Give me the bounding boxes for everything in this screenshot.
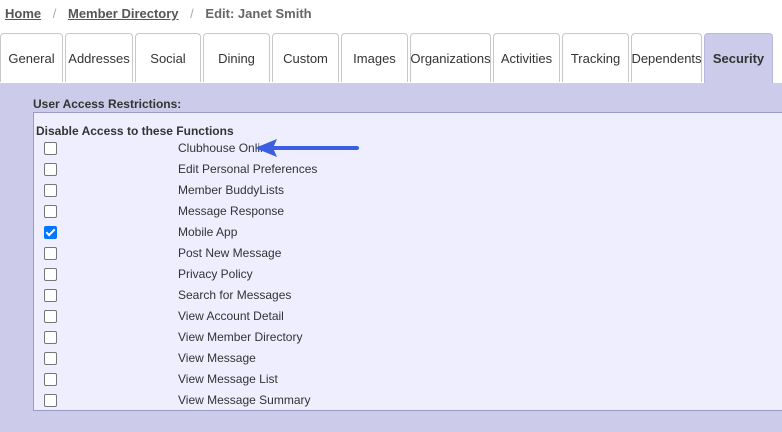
disable-access-box: Disable Access to these Functions Clubho… xyxy=(33,112,782,411)
breadcrumb-separator: / xyxy=(52,6,57,21)
security-panel: User Access Restrictions: Disable Access… xyxy=(0,83,782,432)
function-checkbox[interactable] xyxy=(44,268,57,281)
tab-organizations[interactable]: Organizations xyxy=(410,33,491,82)
function-label: View Message List xyxy=(178,372,278,386)
section-title: User Access Restrictions: xyxy=(33,97,182,111)
function-checkbox[interactable] xyxy=(44,142,57,155)
function-label: Post New Message xyxy=(178,246,282,260)
tab-dining[interactable]: Dining xyxy=(203,33,270,82)
function-row-view-account-detail: View Account Detail xyxy=(34,306,782,327)
function-row-clubhouse-online: Clubhouse Online xyxy=(34,138,782,159)
breadcrumb-home-link[interactable]: Home xyxy=(5,6,41,21)
function-label: Member BuddyLists xyxy=(178,183,285,197)
tab-custom[interactable]: Custom xyxy=(272,33,339,82)
function-checkbox[interactable] xyxy=(44,310,57,323)
function-row-view-message-list: View Message List xyxy=(34,369,782,390)
function-checkbox-checked[interactable] xyxy=(44,226,57,239)
function-checkbox[interactable] xyxy=(44,289,57,302)
function-label: Edit Personal Preferences xyxy=(178,162,318,176)
tab-security[interactable]: Security xyxy=(704,33,773,83)
function-label: Mobile App xyxy=(178,225,238,239)
tab-social[interactable]: Social xyxy=(135,33,201,82)
function-row-privacy-policy: Privacy Policy xyxy=(34,264,782,285)
breadcrumb-member-directory-link[interactable]: Member Directory xyxy=(68,6,179,21)
breadcrumb-separator: / xyxy=(190,6,194,21)
tab-bar: General Addresses Social Dining Custom I… xyxy=(0,33,782,83)
function-label: Search for Messages xyxy=(178,288,292,302)
function-row-view-message-summary: View Message Summary xyxy=(34,390,782,411)
tab-addresses[interactable]: Addresses xyxy=(65,33,133,82)
function-label: View Message xyxy=(178,351,256,365)
function-checkbox[interactable] xyxy=(44,352,57,365)
function-checkbox[interactable] xyxy=(44,163,57,176)
function-row-mobile-app: Mobile App xyxy=(34,222,782,243)
left-arrow-icon xyxy=(255,139,359,157)
function-checkbox[interactable] xyxy=(44,331,57,344)
function-row-view-message: View Message xyxy=(34,348,782,369)
box-title: Disable Access to these Functions xyxy=(36,124,234,138)
function-checkbox[interactable] xyxy=(44,205,57,218)
breadcrumb-current-page: Edit: Janet Smith xyxy=(205,6,312,21)
function-row-member-buddylists: Member BuddyLists xyxy=(34,180,782,201)
function-checkbox[interactable] xyxy=(44,247,57,260)
tab-dependents[interactable]: Dependents xyxy=(631,33,702,82)
function-label: View Member Directory xyxy=(178,330,303,344)
breadcrumb: Home / Member Directory / Edit: Janet Sm… xyxy=(5,6,312,21)
function-checkbox[interactable] xyxy=(44,184,57,197)
function-label: Message Response xyxy=(178,204,285,218)
tab-general[interactable]: General xyxy=(0,33,63,82)
tab-tracking[interactable]: Tracking xyxy=(562,33,629,82)
function-label: Privacy Policy xyxy=(178,267,253,281)
function-label: View Account Detail xyxy=(178,309,284,323)
function-row-view-member-directory: View Member Directory xyxy=(34,327,782,348)
function-row-edit-personal-preferences: Edit Personal Preferences xyxy=(34,159,782,180)
tab-images[interactable]: Images xyxy=(341,33,408,82)
tab-activities[interactable]: Activities xyxy=(493,33,560,82)
function-row-search-for-messages: Search for Messages xyxy=(34,285,782,306)
function-row-post-new-message: Post New Message xyxy=(34,243,782,264)
function-label: View Message Summary xyxy=(178,393,311,407)
function-checkbox[interactable] xyxy=(44,394,57,407)
function-row-message-response: Message Response xyxy=(34,201,782,222)
function-checkbox[interactable] xyxy=(44,373,57,386)
